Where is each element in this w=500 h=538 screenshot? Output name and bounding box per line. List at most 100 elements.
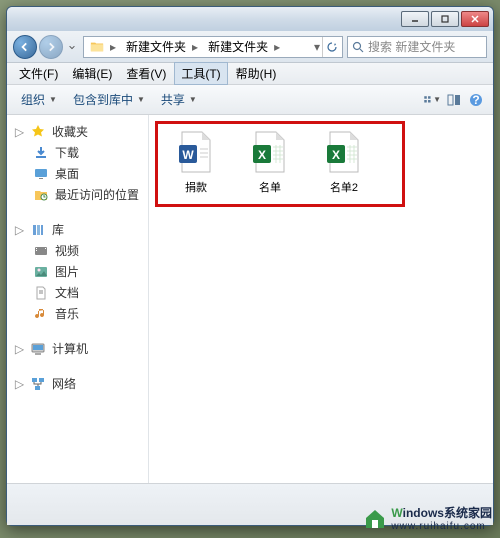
sidebar-label: 下载 — [55, 144, 79, 161]
sidebar-item-documents[interactable]: 文档 — [7, 282, 148, 303]
collapse-icon: ▷ — [15, 344, 24, 353]
watermark-rest: indows — [403, 506, 444, 520]
sidebar-item-video[interactable]: 视频 — [7, 240, 148, 261]
watermark-sub: www.ruihaifu.com — [391, 521, 492, 532]
share-label: 共享 — [161, 91, 185, 108]
breadcrumb-segment-0[interactable]: 新建文件夹 ▸ — [122, 37, 204, 57]
sidebar-item-music[interactable]: 音乐 — [7, 303, 148, 324]
sidebar-header-computer[interactable]: ▷ 计算机 — [7, 338, 148, 359]
breadcrumb-label: 新建文件夹 — [208, 38, 268, 55]
include-dropdown[interactable]: 包含到库中 ▼ — [67, 89, 151, 110]
breadcrumb-segment-1[interactable]: 新建文件夹 ▸ — [204, 37, 286, 57]
svg-text:W: W — [182, 148, 194, 162]
minimize-button[interactable] — [401, 11, 429, 27]
sidebar-item-pictures[interactable]: 图片 — [7, 261, 148, 282]
close-button[interactable] — [461, 11, 489, 27]
chevron-right-icon: ▸ — [108, 40, 118, 54]
sidebar-label: 音乐 — [55, 305, 79, 322]
music-icon — [33, 306, 49, 322]
breadcrumb-label: 新建文件夹 — [126, 38, 186, 55]
menu-help[interactable]: 帮助(H) — [230, 63, 283, 84]
file-pane[interactable]: W 捐款 X 名单 X 名单2 — [149, 115, 493, 483]
sidebar-item-downloads[interactable]: 下载 — [7, 142, 148, 163]
maximize-button[interactable] — [431, 11, 459, 27]
back-button[interactable] — [13, 35, 37, 59]
sidebar: ▷ 收藏夹 下载 桌面 最近访问的位置 — [7, 115, 149, 483]
preview-pane-button[interactable] — [445, 91, 463, 109]
watermark: Windows系统家园 www.ruihaifu.com — [363, 504, 492, 532]
house-icon — [363, 506, 387, 530]
view-mode-button[interactable]: ▼ — [423, 91, 441, 109]
menu-tools[interactable]: 工具(T) — [174, 62, 227, 85]
share-dropdown[interactable]: 共享 ▼ — [155, 89, 203, 110]
chevron-down-icon: ▼ — [49, 95, 57, 104]
sidebar-label: 图片 — [55, 263, 79, 280]
svg-text:?: ? — [472, 93, 479, 107]
breadcrumb[interactable]: ▸ 新建文件夹 ▸ 新建文件夹 ▸ ▾ — [83, 36, 343, 58]
address-bar: ▸ 新建文件夹 ▸ 新建文件夹 ▸ ▾ 搜索 新建文件夹 — [7, 31, 493, 63]
breadcrumb-root[interactable]: ▸ — [86, 37, 122, 57]
sidebar-label: 库 — [52, 221, 64, 238]
star-icon — [30, 124, 46, 140]
menu-view[interactable]: 查看(V) — [120, 63, 172, 84]
help-button[interactable]: ? — [467, 91, 485, 109]
chevron-down-icon[interactable]: ▾ — [312, 40, 322, 54]
watermark-w: W — [391, 506, 402, 520]
menu-file[interactable]: 文件(F) — [13, 63, 64, 84]
video-icon — [33, 243, 49, 259]
sidebar-group-favorites: ▷ 收藏夹 下载 桌面 最近访问的位置 — [7, 121, 148, 205]
sidebar-group-computer: ▷ 计算机 — [7, 338, 148, 359]
titlebar — [7, 7, 493, 31]
collapse-icon: ▷ — [15, 225, 24, 234]
folder-icon — [90, 40, 104, 54]
excel-file-icon: X — [326, 131, 362, 173]
sidebar-header-libraries[interactable]: ▷ 库 — [7, 219, 148, 240]
history-dropdown[interactable] — [65, 37, 79, 57]
desktop-icon — [33, 166, 49, 182]
sidebar-header-network[interactable]: ▷ 网络 — [7, 373, 148, 394]
include-label: 包含到库中 — [73, 91, 133, 108]
sidebar-item-desktop[interactable]: 桌面 — [7, 163, 148, 184]
network-icon — [30, 376, 46, 392]
forward-button[interactable] — [39, 35, 63, 59]
refresh-icon — [326, 41, 338, 53]
menu-edit[interactable]: 编辑(E) — [66, 63, 118, 84]
toolbar: 组织 ▼ 包含到库中 ▼ 共享 ▼ ▼ ? — [7, 85, 493, 115]
svg-text:X: X — [258, 148, 266, 162]
library-icon — [30, 222, 46, 238]
picture-icon — [33, 264, 49, 280]
search-icon — [352, 41, 364, 53]
refresh-button[interactable] — [322, 37, 340, 57]
sidebar-item-recent[interactable]: 最近访问的位置 — [7, 184, 148, 205]
sidebar-group-network: ▷ 网络 — [7, 373, 148, 394]
download-icon — [33, 145, 49, 161]
explorer-body: ▷ 收藏夹 下载 桌面 最近访问的位置 — [7, 115, 493, 483]
sidebar-label: 收藏夹 — [52, 123, 88, 140]
organize-label: 组织 — [21, 91, 45, 108]
search-box[interactable]: 搜索 新建文件夹 — [347, 36, 487, 58]
chevron-right-icon: ▸ — [272, 40, 282, 54]
svg-text:X: X — [332, 148, 340, 162]
nav-buttons — [13, 35, 79, 59]
document-icon — [33, 285, 49, 301]
explorer-window: ▸ 新建文件夹 ▸ 新建文件夹 ▸ ▾ 搜索 新建文件夹 文件(F) 编辑(E)… — [6, 6, 494, 526]
sidebar-label: 桌面 — [55, 165, 79, 182]
chevron-down-icon: ▼ — [189, 95, 197, 104]
word-file-icon: W — [178, 131, 214, 173]
sidebar-label: 最近访问的位置 — [55, 186, 139, 203]
chevron-right-icon: ▸ — [190, 40, 200, 54]
search-placeholder: 搜索 新建文件夹 — [368, 38, 455, 55]
sidebar-label: 文档 — [55, 284, 79, 301]
collapse-icon: ▷ — [15, 127, 24, 136]
sidebar-label: 计算机 — [52, 340, 88, 357]
sidebar-group-libraries: ▷ 库 视频 图片 文档 音乐 — [7, 219, 148, 324]
menubar: 文件(F) 编辑(E) 查看(V) 工具(T) 帮助(H) — [7, 63, 493, 85]
collapse-icon: ▷ — [15, 379, 24, 388]
computer-icon — [30, 341, 46, 357]
sidebar-header-favorites[interactable]: ▷ 收藏夹 — [7, 121, 148, 142]
recent-icon — [33, 187, 49, 203]
organize-dropdown[interactable]: 组织 ▼ — [15, 89, 63, 110]
sidebar-label: 视频 — [55, 242, 79, 259]
chevron-down-icon: ▼ — [137, 95, 145, 104]
sidebar-label: 网络 — [52, 375, 76, 392]
